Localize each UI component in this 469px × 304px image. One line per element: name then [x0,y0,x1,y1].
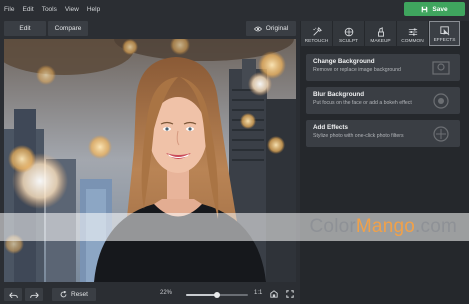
retouch-icon [312,27,322,36]
zoom-level: 22% [160,290,173,296]
original-label: Original [265,25,289,32]
zoom-slider[interactable] [186,292,248,298]
eye-icon [253,26,262,31]
watermark-banner: ColorMango.com [0,213,469,241]
watermark-part-mango: Mango [355,216,416,237]
save-label: Save [432,5,448,13]
sliders-icon [408,28,417,36]
original-button[interactable]: Original [246,21,296,36]
view-mode-toolbar: Edit Compare [4,21,88,36]
menu-help[interactable]: Help [87,6,100,13]
sculpt-icon [344,27,353,37]
background-icon [432,61,450,75]
effects-icon [439,26,449,36]
tab-effects[interactable]: EFFECTS [429,21,460,46]
tool-tabs: RETOUCH SCULPT MAKEUP COMMON EFFECTS [301,21,460,46]
tab-retouch[interactable]: RETOUCH [301,21,332,46]
tab-label: EFFECTS [433,38,456,43]
fullscreen-icon[interactable] [286,290,294,298]
redo-button[interactable] [25,288,43,301]
photo-canvas[interactable] [4,39,296,282]
undo-icon [8,291,18,298]
bottom-bar: Reset 22% 1:1 [0,285,300,304]
save-icon [422,6,428,12]
zoom-slider-thumb[interactable] [214,292,220,298]
zoom-slider-fill [186,294,217,296]
reset-button[interactable]: Reset [52,288,96,301]
tab-label: SCULPT [339,39,358,44]
portrait-photo [4,39,296,282]
makeup-icon [377,27,384,37]
menu-file[interactable]: File [4,6,14,13]
blur-icon [433,93,449,109]
watermark-text: ColorMango.com [310,216,458,238]
tools-panel: RETOUCH SCULPT MAKEUP COMMON EFFECTS Cha… [300,21,469,304]
save-button[interactable]: Save [404,2,465,16]
menu-bar: File Edit Tools View Help [0,0,469,18]
undo-button[interactable] [4,288,22,301]
watermark-part-domain: .com [415,216,457,237]
blur-background-card[interactable]: Blur Background Put focus on the face or… [306,87,460,114]
tab-label: COMMON [401,39,424,44]
tab-makeup[interactable]: MAKEUP [365,21,396,46]
compare-button[interactable]: Compare [48,21,88,36]
menu-view[interactable]: View [65,6,79,13]
edit-button[interactable]: Edit [4,21,46,36]
reset-label: Reset [71,291,88,298]
change-background-card[interactable]: Change Background Remove or replace imag… [306,54,460,81]
tab-label: RETOUCH [304,39,329,44]
redo-icon [29,291,39,298]
reset-icon [60,291,67,298]
fit-screen-icon[interactable] [270,290,278,298]
add-effects-card[interactable]: Add Effects Stylize photo with one-click… [306,120,460,147]
menu-edit[interactable]: Edit [22,6,33,13]
effects-card-icon [433,126,449,142]
tab-sculpt[interactable]: SCULPT [333,21,364,46]
watermark-part-color: Color [309,216,356,237]
actual-size-button[interactable]: 1:1 [254,290,262,296]
menu-tools[interactable]: Tools [42,6,57,13]
tab-common[interactable]: COMMON [397,21,428,46]
tab-label: MAKEUP [370,39,391,44]
